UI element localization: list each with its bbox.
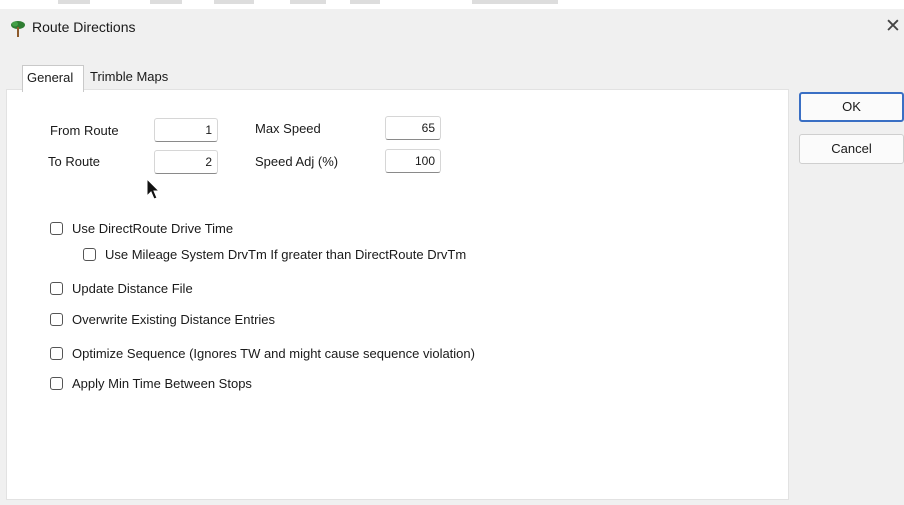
overwrite-distance-entries-option[interactable]: Overwrite Existing Distance Entries [50, 312, 275, 327]
overwrite-distance-entries-label: Overwrite Existing Distance Entries [72, 312, 276, 327]
apply-min-time-option[interactable]: Apply Min Time Between Stops [50, 376, 252, 391]
use-mileage-system-drvtm-option[interactable]: Use Mileage System DrvTm If greater than… [83, 247, 466, 262]
cancel-button[interactable]: Cancel [799, 134, 904, 164]
use-mileage-system-drvtm-label: Use Mileage System DrvTm If greater than… [105, 247, 467, 262]
optimize-sequence-label: Optimize Sequence (Ignores TW and might … [72, 346, 475, 361]
max-speed-input[interactable] [385, 116, 441, 140]
general-tab-panel: From Route To Route Max Speed Speed Adj … [6, 89, 789, 500]
to-route-input[interactable] [154, 150, 218, 174]
optimize-sequence-checkbox[interactable] [50, 347, 63, 360]
use-directroute-drive-time-label: Use DirectRoute Drive Time [72, 221, 234, 236]
overwrite-distance-entries-checkbox[interactable] [50, 313, 63, 326]
tab-general[interactable]: General [22, 65, 84, 92]
update-distance-file-label: Update Distance File [72, 281, 193, 296]
max-speed-label: Max Speed [255, 121, 321, 136]
apply-min-time-label: Apply Min Time Between Stops [72, 376, 252, 391]
title-bar: Route Directions ✕ [0, 9, 904, 43]
speed-adj-label: Speed Adj (%) [255, 154, 339, 169]
from-route-label: From Route [50, 123, 119, 138]
from-route-input[interactable] [154, 118, 218, 142]
to-route-label: To Route [48, 154, 101, 169]
use-directroute-drive-time-option[interactable]: Use DirectRoute Drive Time [50, 221, 233, 236]
optimize-sequence-option[interactable]: Optimize Sequence (Ignores TW and might … [50, 346, 475, 361]
mouse-cursor-icon [146, 178, 161, 200]
route-tree-icon [11, 21, 25, 37]
update-distance-file-checkbox[interactable] [50, 282, 63, 295]
speed-adj-input[interactable] [385, 149, 441, 173]
ok-button[interactable]: OK [799, 92, 904, 122]
apply-min-time-checkbox[interactable] [50, 377, 63, 390]
background-window-strip [0, 0, 904, 9]
use-mileage-system-drvtm-checkbox[interactable] [83, 248, 96, 261]
use-directroute-drive-time-checkbox[interactable] [50, 222, 63, 235]
close-icon[interactable]: ✕ [882, 13, 904, 39]
tab-trimble-maps[interactable]: Trimble Maps [86, 65, 182, 90]
update-distance-file-option[interactable]: Update Distance File [50, 281, 193, 296]
window-title: Route Directions [32, 19, 136, 35]
